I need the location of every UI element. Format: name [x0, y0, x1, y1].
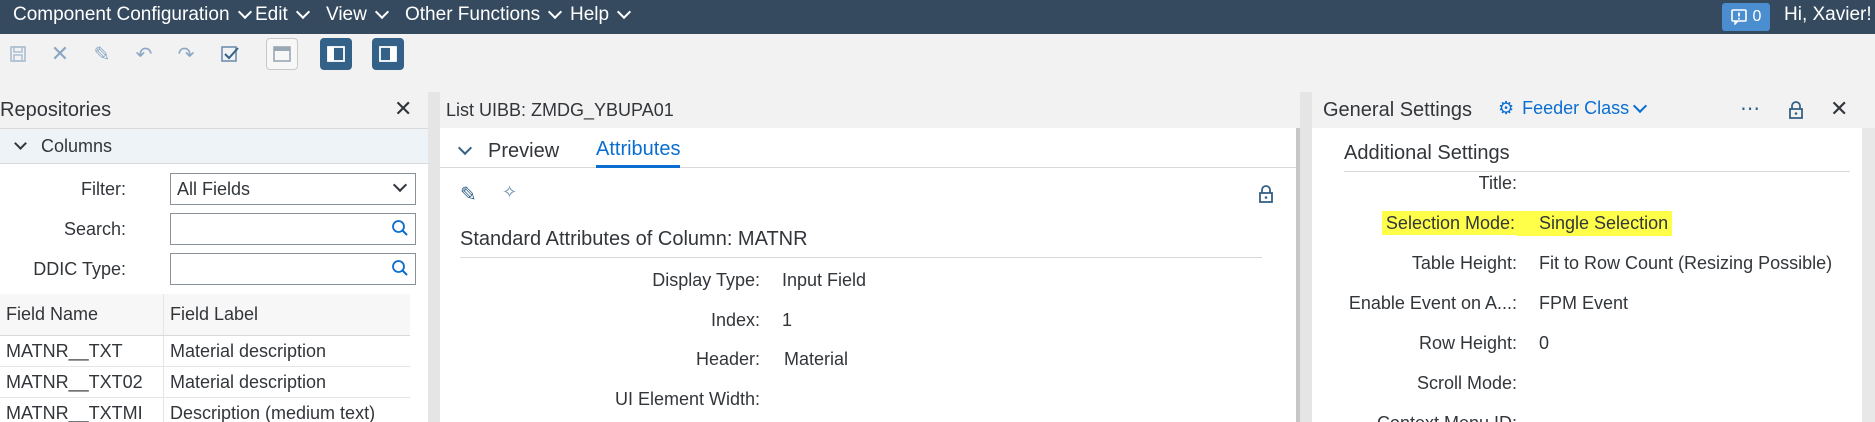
menu-help[interactable]: Help — [570, 4, 632, 26]
more-options-icon[interactable]: ⋯ — [1740, 96, 1761, 121]
menu-edit[interactable]: Edit — [255, 4, 310, 26]
list-uibb-panel: List UIBB: ZMDG_YBUPA01 Preview Attribut… — [440, 92, 1296, 422]
user-greeting[interactable]: Hi, Xavier! — [1784, 4, 1872, 26]
check-icon — [221, 46, 239, 62]
notification-icon — [1730, 9, 1747, 25]
fields-table: Field Name Field Label MATNR__TXT Materi… — [0, 294, 410, 422]
filter-row: Filter: All Fields — [0, 171, 428, 207]
save-button[interactable] — [2, 38, 34, 70]
columns-section-label: Columns — [41, 135, 113, 156]
menu-component-configuration[interactable]: Component Configuration — [13, 4, 252, 26]
chevron-down-icon — [295, 4, 310, 20]
repositories-header: Repositories ✕ — [0, 92, 428, 128]
chevron-down-icon — [374, 4, 389, 20]
search-row: Search: — [0, 211, 428, 247]
repositories-title: Repositories — [0, 98, 112, 121]
chevron-down-icon — [14, 136, 27, 150]
setting-scroll-mode: Scroll Mode: — [1416, 372, 1517, 393]
undo-icon: ↶ — [135, 43, 153, 66]
setting-context-menu-id: Context Menu ID: — [1312, 408, 1539, 422]
lock-icon[interactable] — [1788, 100, 1804, 120]
chevron-down-icon — [237, 4, 252, 20]
redo-button[interactable]: ↷ — [170, 38, 202, 70]
close-icon[interactable]: ✕ — [394, 96, 412, 122]
table-row[interactable]: MATNR__TXTMI Description (medium text) — [0, 398, 410, 422]
list-uibb-title: List UIBB: ZMDG_YBUPA01 — [440, 92, 1296, 128]
setting-row-height: Row Height: 0 — [1418, 332, 1550, 353]
top-menu-bar: Component Configuration Edit View Other … — [0, 0, 1875, 34]
close-icon[interactable]: ✕ — [1830, 96, 1848, 122]
menu-other-functions[interactable]: Other Functions — [405, 4, 563, 26]
panel-splitter-left[interactable] — [428, 92, 440, 422]
ddic-type-row: DDIC Type: — [0, 251, 428, 287]
undo-button[interactable]: ↶ — [128, 38, 160, 70]
magic-wand-icon[interactable]: ✧ — [502, 182, 517, 203]
edit-button[interactable]: ✎ — [86, 38, 118, 70]
field-index: Index: 1 — [710, 309, 793, 330]
right-panel-icon — [379, 46, 397, 62]
search-label: Search: — [63, 218, 126, 239]
filter-select[interactable]: All Fields — [170, 173, 416, 205]
pencil-icon: ✎ — [93, 43, 111, 66]
notifications-button[interactable]: 0 — [1722, 3, 1770, 31]
edit-icon[interactable]: ✎ — [460, 182, 477, 207]
panel-splitter-right[interactable] — [1300, 92, 1312, 422]
chevron-down-icon — [548, 4, 563, 20]
column-header-field-label[interactable]: Field Label — [164, 304, 258, 325]
search-icon[interactable] — [391, 219, 409, 237]
toolbar: ✕ ✎ ↶ ↷ — [0, 34, 1875, 76]
redo-icon: ↷ — [177, 43, 195, 66]
repositories-panel: Repositories ✕ Columns Filter: All Field… — [0, 92, 428, 422]
setting-table-height: Table Height: Fit to Row Count (Resizing… — [1411, 252, 1833, 273]
cancel-button[interactable]: ✕ — [44, 38, 76, 70]
chevron-down-icon — [392, 177, 408, 193]
lock-icon[interactable] — [1258, 184, 1274, 204]
tab-bar: Preview Attributes — [440, 134, 1296, 168]
ddic-type-input[interactable] — [170, 253, 416, 285]
menu-view[interactable]: View — [326, 4, 389, 26]
chevron-down-icon — [457, 140, 473, 156]
section-title: Standard Attributes of Column: MATNR — [460, 228, 1262, 258]
close-icon: ✕ — [50, 41, 70, 66]
table-header: Field Name Field Label — [0, 294, 410, 336]
tab-attributes[interactable]: Attributes — [596, 134, 681, 168]
field-header: Header: Material — [695, 348, 849, 369]
general-settings-panel: General Settings ⚙ Feeder Class ⋯ ✕ Addi… — [1312, 92, 1875, 422]
gear-icon: ⚙ — [1498, 98, 1515, 118]
chevron-down-icon — [1633, 98, 1648, 113]
ddic-type-label: DDIC Type: — [33, 258, 126, 279]
header-layout-button[interactable] — [266, 38, 298, 70]
general-settings-title: General Settings — [1323, 98, 1472, 121]
search-input[interactable] — [170, 213, 416, 245]
right-scrollbar[interactable] — [1862, 128, 1875, 422]
general-settings-header: General Settings ⚙ Feeder Class ⋯ ✕ — [1312, 92, 1875, 128]
right-panel-toggle[interactable] — [372, 38, 404, 70]
feeder-class-menu[interactable]: ⚙ Feeder Class — [1498, 98, 1648, 119]
save-icon — [10, 46, 26, 62]
check-button[interactable] — [214, 38, 246, 70]
table-row[interactable]: MATNR__TXT Material description — [0, 336, 410, 367]
field-ui-element-width: UI Element Width: — [614, 388, 760, 409]
filter-label: Filter: — [81, 178, 126, 199]
column-header-field-name[interactable]: Field Name — [0, 294, 164, 335]
left-panel-toggle[interactable] — [320, 38, 352, 70]
field-display-type: Display Type: Input Field — [652, 269, 867, 290]
filter-value: All Fields — [177, 178, 251, 199]
table-row[interactable]: MATNR__TXT02 Material description — [0, 367, 410, 398]
columns-section-header[interactable]: Columns — [0, 128, 428, 164]
layout-header-icon — [273, 46, 291, 62]
chevron-down-icon — [617, 4, 632, 20]
left-panel-icon — [327, 46, 345, 62]
setting-enable-event: Enable Event on A...: FPM Event — [1348, 292, 1629, 313]
tab-preview[interactable]: Preview — [456, 134, 559, 168]
search-icon[interactable] — [391, 259, 409, 277]
setting-selection-mode: Selection Mode: Single Selection — [1312, 208, 1673, 238]
setting-title: Title: — [1478, 172, 1517, 193]
notification-count: 0 — [1752, 8, 1762, 25]
